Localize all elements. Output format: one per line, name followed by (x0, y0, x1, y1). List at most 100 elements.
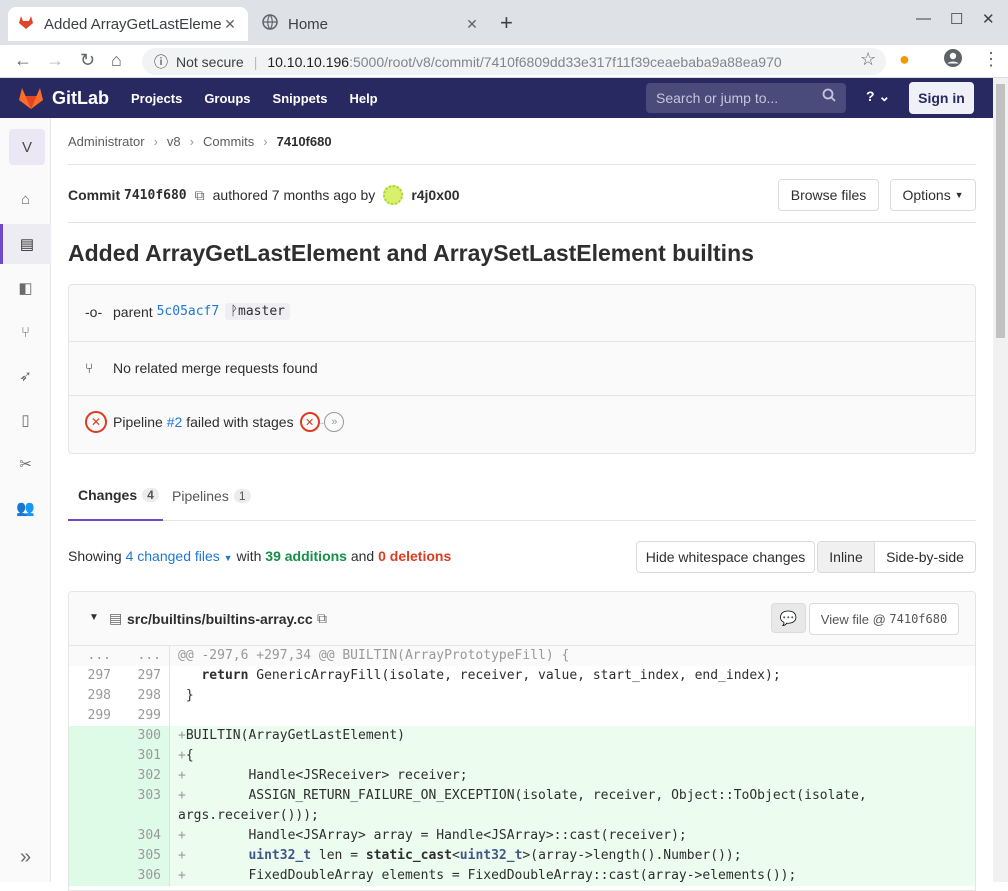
close-window-icon[interactable]: ✕ (982, 10, 995, 28)
maximize-icon[interactable]: ☐ (950, 10, 963, 28)
old-line-number[interactable] (69, 726, 119, 746)
info-icon[interactable]: ⓘ (154, 52, 168, 72)
new-line-number[interactable]: ... (119, 646, 170, 666)
home-icon[interactable]: ⌂ (111, 50, 122, 71)
old-line-number[interactable]: 298 (69, 686, 119, 706)
changed-files-dropdown[interactable]: 4 changed files ▼ (126, 548, 233, 564)
profile-icon[interactable] (943, 48, 963, 73)
comment-icon[interactable]: 💬 (771, 603, 806, 633)
new-line-number[interactable]: 297 (119, 666, 170, 686)
new-line-number[interactable]: 299 (119, 706, 170, 726)
old-line-number[interactable]: ... (69, 646, 119, 666)
issues-icon[interactable]: ◧ (0, 273, 51, 303)
breadcrumb-item[interactable]: v8 (167, 134, 181, 149)
parent-sha-link[interactable]: 5c05acf7 (157, 304, 220, 319)
browse-files-button[interactable]: Browse files (778, 179, 879, 211)
top-nav: Projects Groups Snippets Help (131, 91, 400, 106)
diff-line: ...... @@ -297,6 +297,34 @@ BUILTIN(Array… (69, 646, 975, 666)
new-line-number[interactable]: 298 (119, 686, 170, 706)
search-input[interactable]: Search or jump to... (646, 83, 846, 113)
collapse-caret-icon[interactable]: ▼ (89, 612, 99, 623)
wiki-book-icon[interactable]: ▯ (0, 405, 51, 435)
file-path[interactable]: src/builtins/builtins-array.cc (127, 611, 313, 627)
author-name[interactable]: r4j0x00 (411, 187, 459, 203)
pipeline-link[interactable]: #2 (167, 414, 183, 430)
scrollbar-thumb[interactable] (996, 84, 1005, 338)
snippets-scissors-icon[interactable]: ✂ (0, 449, 51, 479)
new-line-number[interactable]: 302 (119, 766, 170, 786)
page-scrollbar[interactable] (993, 78, 1008, 882)
browser-tab-home[interactable]: Home ✕ (252, 7, 490, 41)
merge-request-row: ⑂ No related merge requests found (85, 360, 318, 376)
code-line: +{ (178, 748, 194, 763)
new-line-number[interactable]: 305 (119, 846, 170, 866)
copy-path-icon[interactable]: ⧉ (317, 610, 327, 627)
old-line-number[interactable]: 299 (69, 706, 119, 726)
project-avatar[interactable]: V (9, 129, 45, 165)
menu-kebab-icon[interactable]: ⋮ (982, 49, 1000, 70)
extension-icon[interactable]: ● (899, 49, 910, 70)
options-button[interactable]: Options ▼ (890, 179, 976, 211)
browser-tab-active[interactable]: Added ArrayGetLastEleme ✕ (8, 7, 248, 41)
old-line-number[interactable] (69, 746, 119, 766)
project-home-icon[interactable]: ⌂ (0, 184, 51, 214)
old-line-number[interactable] (69, 846, 119, 866)
new-line-number[interactable]: 301 (119, 746, 170, 766)
old-line-number[interactable]: 297 (69, 666, 119, 686)
bookmark-star-icon[interactable]: ☆ (860, 49, 876, 70)
hide-whitespace-button[interactable]: Hide whitespace changes (636, 541, 815, 573)
close-tab-icon[interactable]: ✕ (222, 16, 238, 33)
back-icon[interactable]: ← (14, 50, 32, 71)
author-avatar[interactable] (383, 185, 404, 205)
gitlab-logo[interactable]: GitLab (18, 86, 109, 110)
new-line-number[interactable]: 300 (119, 726, 170, 746)
diff-line: 304 + Handle<JSArray> array = Handle<JSAr… (69, 826, 975, 846)
new-line-number[interactable]: 304 (119, 826, 170, 846)
stage-failed-icon[interactable]: ✕ (299, 412, 320, 432)
pipeline-row: ✕ Pipeline #2 failed with stages ✕ - » (85, 411, 345, 433)
nav-groups[interactable]: Groups (204, 91, 250, 106)
nav-projects[interactable]: Projects (131, 91, 182, 106)
old-line-number[interactable] (69, 866, 119, 886)
breadcrumb-item[interactable]: Administrator (68, 134, 145, 149)
new-line-number[interactable]: 303 (119, 786, 170, 826)
new-line-number[interactable]: 306 (119, 866, 170, 886)
forward-icon[interactable]: → (46, 50, 64, 71)
inline-view-button[interactable]: Inline (817, 541, 875, 573)
diff-body: ...... @@ -297,6 +297,34 @@ BUILTIN(Array… (69, 646, 975, 886)
commit-label: Commit (68, 187, 121, 203)
stage-skipped-icon[interactable]: » (324, 412, 345, 432)
new-tab-icon[interactable]: + (500, 10, 513, 36)
help-dropdown-icon[interactable]: ? ⌄ (866, 88, 890, 105)
reload-icon[interactable]: ↻ (80, 50, 95, 71)
repository-icon[interactable]: ▤ (0, 224, 51, 264)
tab-pipelines[interactable]: Pipelines 1 (172, 471, 251, 521)
breadcrumb-current[interactable]: 7410f680 (277, 134, 332, 149)
old-line-number[interactable] (69, 826, 119, 846)
copy-sha-icon[interactable]: ⧉ (195, 187, 205, 204)
pipeline-failed-icon[interactable]: ✕ (85, 411, 107, 433)
deletions-count: 0 deletions (378, 548, 452, 564)
browser-tab-title: Added ArrayGetLastEleme (44, 15, 222, 33)
expand-sidebar-icon[interactable]: » (0, 842, 51, 872)
nav-snippets[interactable]: Snippets (273, 91, 328, 106)
breadcrumb-item[interactable]: Commits (203, 134, 254, 149)
view-file-button[interactable]: View file @ 7410f680 (809, 603, 959, 635)
diff-line: 303 + ASSIGN_RETURN_FAILURE_ON_EXCEPTION(… (69, 786, 975, 826)
side-by-side-button[interactable]: Side-by-side (874, 541, 976, 573)
url-bar[interactable]: ⓘ Not secure | 10.10.10.196:5000/root/v8… (142, 48, 886, 75)
merge-requests-icon[interactable]: ⑂ (0, 317, 51, 347)
old-line-number[interactable] (69, 766, 119, 786)
branch-badge[interactable]: ᚹmaster (225, 303, 290, 320)
old-line-number[interactable] (69, 786, 119, 826)
members-icon[interactable]: 👥 (0, 493, 51, 523)
minimize-icon[interactable]: — (916, 10, 931, 27)
close-tab-icon[interactable]: ✕ (464, 16, 480, 33)
ci-cd-rocket-icon[interactable]: ➶ (0, 361, 51, 391)
nav-help[interactable]: Help (349, 91, 377, 106)
tab-changes[interactable]: Changes 4 (68, 471, 163, 521)
sign-in-button[interactable]: Sign in (909, 82, 974, 114)
diff-line: 301 +{ (69, 746, 975, 766)
address-bar-row: ← → ↻ ⌂ ⓘ Not secure | 10.10.10.196:5000… (0, 45, 1008, 78)
search-icon (822, 88, 836, 105)
